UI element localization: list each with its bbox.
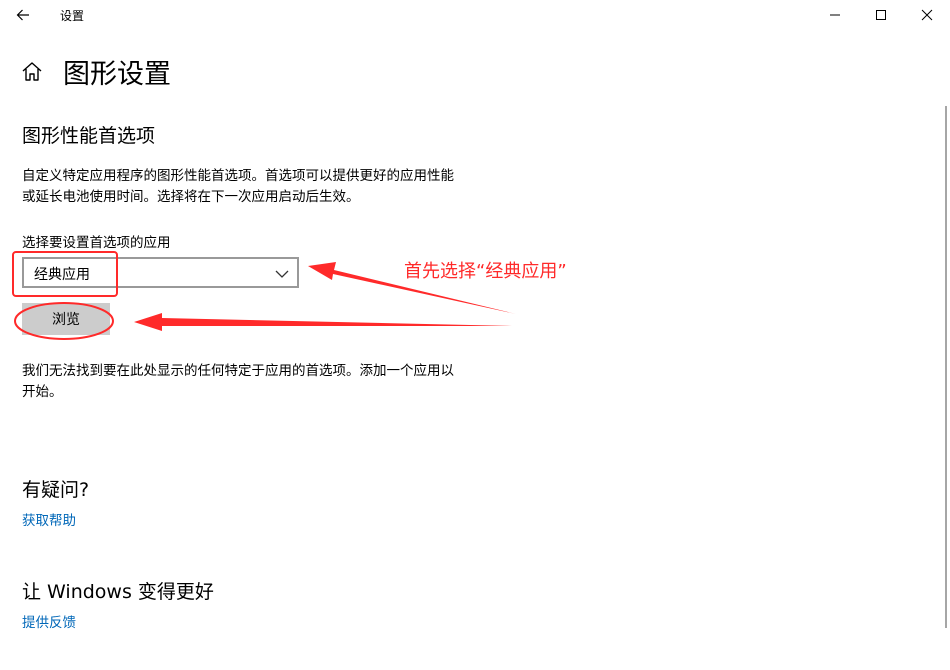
section-title: 图形性能首选项 — [22, 125, 156, 147]
help-heading: 有疑问? — [22, 479, 90, 501]
improve-windows-heading: 让 Windows 变得更好 — [22, 581, 214, 603]
scrollbar[interactable] — [945, 106, 947, 628]
title-bar: 设置 — [0, 0, 950, 30]
chevron-down-icon — [275, 270, 289, 278]
minimize-button[interactable] — [813, 2, 857, 28]
get-help-link[interactable]: 获取帮助 — [22, 509, 76, 529]
app-type-select-value: 经典应用 — [34, 267, 90, 283]
give-feedback-link[interactable]: 提供反馈 — [22, 611, 76, 631]
arrow-left-icon — [16, 9, 29, 21]
close-button[interactable] — [905, 2, 949, 28]
app-type-select[interactable]: 经典应用 — [22, 257, 299, 288]
annotation-arrow-lower — [134, 313, 512, 331]
close-icon — [921, 9, 933, 21]
maximize-icon — [876, 10, 886, 20]
maximize-button[interactable] — [859, 2, 903, 28]
back-button[interactable] — [6, 2, 40, 28]
home-button[interactable] — [20, 60, 44, 84]
annotation-text: 首先选择“经典应用” — [404, 261, 567, 282]
app-type-select-label: 选择要设置首选项的应用 — [22, 235, 171, 251]
minimize-icon — [830, 14, 840, 16]
browse-button[interactable]: 浏览 — [22, 303, 110, 335]
section-description: 自定义特定应用程序的图形性能首选项。首选项可以提供更好的应用性能或延长电池使用时… — [22, 168, 454, 205]
window-title: 设置 — [60, 9, 85, 23]
empty-state-message: 我们无法找到要在此处显示的任何特定于应用的首选项。添加一个应用以开始。 — [22, 363, 454, 400]
annotation-overlay — [12, 251, 516, 340]
page-title: 图形设置 — [63, 59, 171, 90]
home-icon — [22, 62, 42, 81]
